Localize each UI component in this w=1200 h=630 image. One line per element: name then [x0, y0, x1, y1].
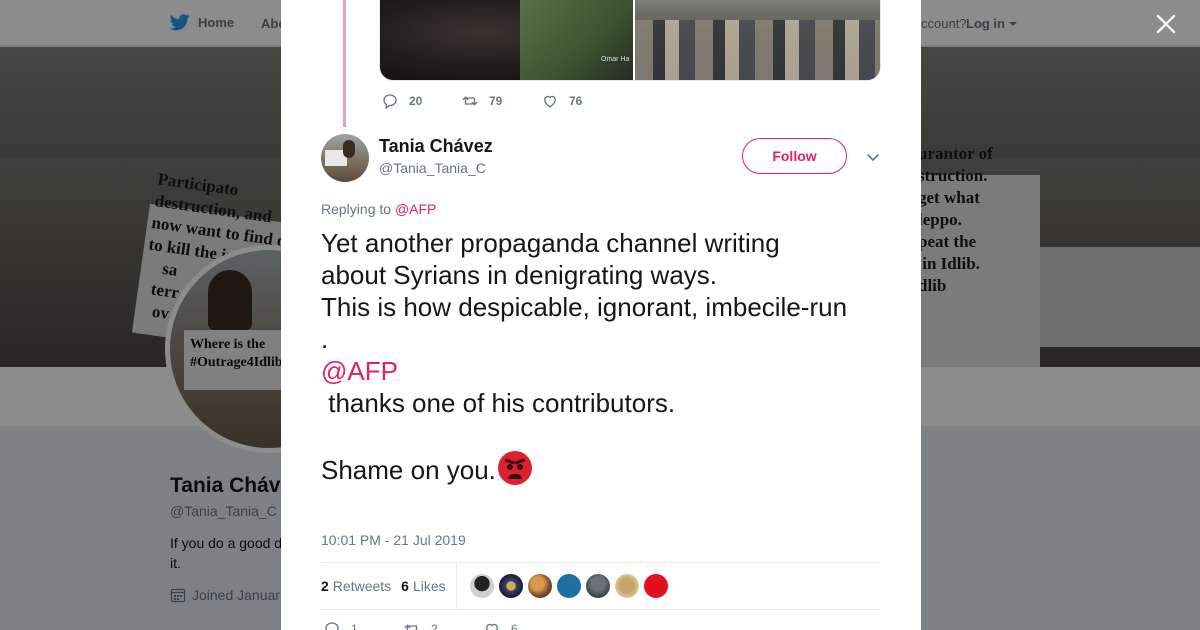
- reply-action[interactable]: 20: [381, 92, 461, 110]
- reply-count: 20: [409, 94, 423, 108]
- reply-count: 1: [351, 622, 358, 630]
- liker-avatar[interactable]: [469, 574, 494, 598]
- reply-action[interactable]: 1: [323, 620, 403, 630]
- media-photo-1[interactable]: Omar Ha: [380, 0, 633, 80]
- retweet-action[interactable]: 79: [461, 92, 541, 110]
- author-avatar-person: [343, 140, 355, 158]
- liker-avatar[interactable]: [556, 574, 581, 598]
- close-icon: [1156, 14, 1176, 34]
- liker-avatar[interactable]: [614, 574, 639, 598]
- like-stat[interactable]: 6 Likes: [401, 578, 445, 594]
- reply-icon: [383, 94, 397, 110]
- tweet-mention-link[interactable]: @AFP: [321, 355, 886, 387]
- thread-connector-line: [343, 0, 346, 127]
- media-photo-2[interactable]: [635, 0, 880, 80]
- tweet-timestamp[interactable]: 10:01 PM - 21 Jul 2019: [321, 532, 466, 548]
- retweet-count: 79: [489, 94, 503, 108]
- tweet-text-line-1: Yet another propaganda channel writing: [321, 228, 780, 258]
- like-action[interactable]: 6: [483, 620, 563, 630]
- tweet-stats: 2 Retweets 6 Likes: [321, 562, 881, 610]
- reply-icon: [325, 622, 339, 630]
- retweet-icon: [404, 624, 420, 630]
- like-count: 6: [511, 622, 518, 630]
- media-photo-2-detail: [635, 20, 880, 80]
- heart-icon: [544, 95, 556, 108]
- likers-avatars: [469, 574, 668, 598]
- tweet-text-line-after-mention: thanks one of his contributors.: [321, 388, 676, 418]
- close-modal-button[interactable]: [1152, 10, 1180, 38]
- liker-avatar[interactable]: [527, 574, 552, 598]
- like-count: 76: [569, 94, 583, 108]
- author-name[interactable]: Tania Chávez: [379, 136, 493, 157]
- emoji-eye-right: [516, 464, 523, 470]
- retweet-icon: [462, 96, 478, 106]
- liker-avatar[interactable]: [585, 574, 610, 598]
- tweet-text-closing-line: Shame on you.: [321, 451, 886, 486]
- author-avatar[interactable]: [321, 134, 369, 182]
- tweet-text-line-2: about Syrians in denigrating ways.: [321, 260, 718, 290]
- retweet-stat[interactable]: 2 Retweets: [321, 578, 391, 594]
- tweet-text: Yet another propaganda channel writing a…: [321, 227, 886, 486]
- tweet-text-line-5: .: [321, 324, 329, 354]
- emoji-mouth: [507, 474, 522, 479]
- replying-to-handle-link[interactable]: @AFP: [395, 201, 436, 217]
- angry-face-emoji: [497, 451, 532, 485]
- replying-to-prefix: Replying to: [321, 201, 392, 217]
- tweet-text-line-4: This is how despicable, ignorant, imbeci…: [321, 292, 848, 322]
- like-stat-count: 6: [401, 578, 409, 594]
- retweet-count: 2: [431, 622, 438, 630]
- photo-credit: Omar Ha: [601, 56, 630, 63]
- liker-avatar[interactable]: [643, 574, 668, 598]
- previous-tweet-actions: 20 79 76: [381, 92, 621, 110]
- tweet-text-closing: Shame on you.: [321, 455, 496, 485]
- follow-button[interactable]: Follow: [742, 138, 847, 174]
- retweet-action[interactable]: 2: [403, 620, 483, 630]
- media-photo-1-detail: [520, 0, 633, 80]
- tweet-actions: 1 2 6: [323, 620, 563, 630]
- previous-tweet-media[interactable]: Omar Ha: [379, 0, 881, 81]
- emoji-eye-left: [506, 464, 513, 470]
- retweet-stat-count: 2: [321, 578, 329, 594]
- retweet-stat-label: Retweets: [332, 578, 392, 594]
- like-stat-label: Likes: [412, 578, 446, 594]
- tweet-permalink-modal: Omar Ha 20 79 76 Tania Chávez @Tania_Tan…: [281, 0, 921, 630]
- like-action[interactable]: 76: [541, 92, 621, 110]
- liker-avatar[interactable]: [498, 574, 523, 598]
- stats-divider: [455, 562, 457, 610]
- replying-to: Replying to @AFP: [321, 201, 436, 217]
- author-handle[interactable]: @Tania_Tania_C: [379, 160, 486, 176]
- chevron-down-icon[interactable]: [865, 149, 881, 165]
- tweet-text-spacer: [321, 419, 886, 451]
- heart-icon: [486, 623, 498, 630]
